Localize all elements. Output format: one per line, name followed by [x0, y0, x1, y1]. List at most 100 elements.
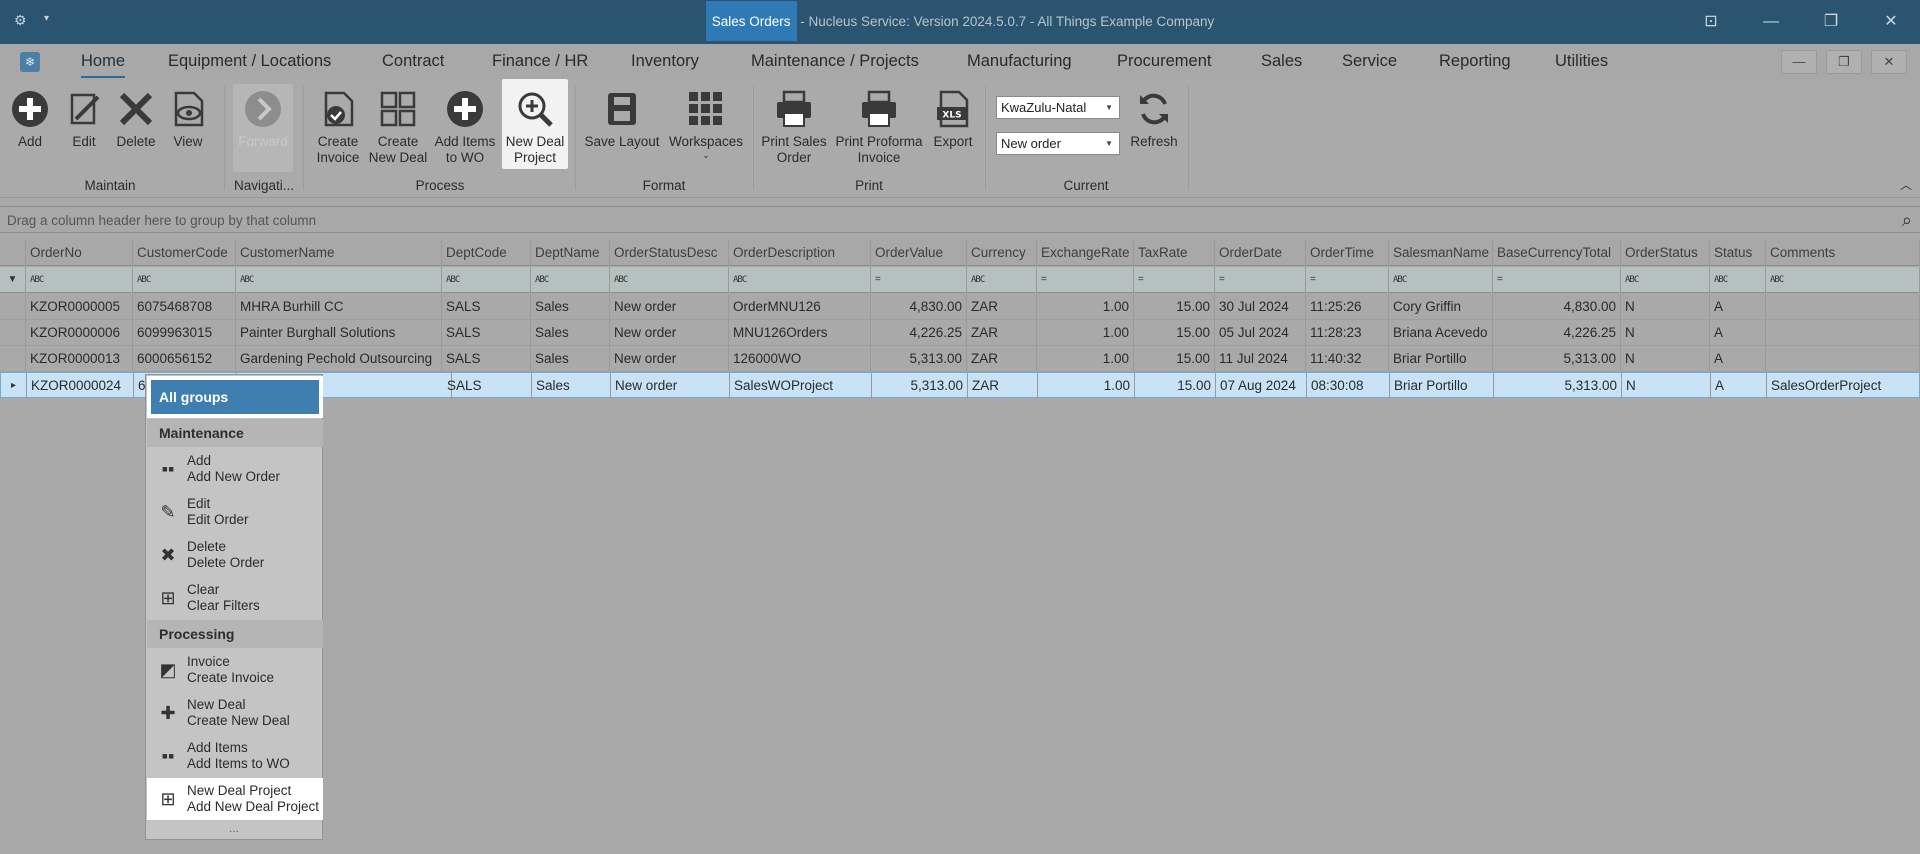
table-cell[interactable]: New order [610, 320, 729, 346]
delete-button[interactable]: Delete [112, 84, 160, 150]
tab-service[interactable]: Service [1342, 52, 1397, 71]
tab-reporting[interactable]: Reporting [1439, 52, 1511, 71]
table-cell[interactable]: 126000WO [729, 346, 871, 372]
column-header[interactable]: CustomerName [236, 240, 442, 266]
refresh-button[interactable]: Refresh [1126, 84, 1182, 150]
menu-item-clear[interactable]: ⊞ Clear Clear Filters [147, 577, 323, 619]
order-status-select[interactable]: New order ▼ [996, 132, 1120, 155]
filter-cell[interactable]: ABC [133, 267, 236, 293]
tab-manufacturing[interactable]: Manufacturing [967, 52, 1072, 71]
mdi-restore-button[interactable]: ❐ [1826, 50, 1862, 74]
table-cell[interactable]: 11:25:26 [1306, 294, 1389, 320]
menu-item-add-items[interactable]: ▪▪ Add Items Add Items to WO [147, 735, 323, 777]
tab-equipment-locations[interactable]: Equipment / Locations [168, 52, 331, 71]
table-cell[interactable]: A [1710, 294, 1766, 320]
table-cell[interactable]: Gardening Pechold Outsourcing [236, 346, 442, 372]
table-cell[interactable]: 5,313.00 [872, 373, 968, 399]
table-cell[interactable]: ZAR [967, 294, 1037, 320]
filter-cell[interactable]: = [1037, 267, 1134, 293]
tab-utilities[interactable]: Utilities [1555, 52, 1608, 71]
table-cell[interactable]: 11:28:23 [1306, 320, 1389, 346]
table-cell[interactable]: SALS [442, 320, 531, 346]
column-header[interactable]: DeptCode [442, 240, 531, 266]
table-cell[interactable]: ZAR [967, 346, 1037, 372]
tab-sales[interactable]: Sales [1261, 52, 1302, 71]
filter-cell[interactable]: = [1493, 267, 1621, 293]
menu-item-new-deal-project[interactable]: ⊞ New Deal Project Add New Deal Project [147, 778, 323, 820]
table-cell[interactable]: New order [610, 346, 729, 372]
filter-cell[interactable]: ABC [1621, 267, 1710, 293]
edit-button[interactable]: Edit [60, 84, 108, 150]
table-cell[interactable]: Sales [531, 346, 610, 372]
filter-cell[interactable]: ABC [236, 267, 442, 293]
column-header[interactable]: OrderValue [871, 240, 967, 266]
tab-procurement[interactable]: Procurement [1117, 52, 1211, 71]
table-cell[interactable]: A [1710, 346, 1766, 372]
column-header[interactable]: OrderDescription [729, 240, 871, 266]
column-header[interactable]: Status [1710, 240, 1766, 266]
table-cell[interactable]: 5,313.00 [1494, 373, 1622, 399]
table-cell[interactable]: A [1710, 320, 1766, 346]
menu-item-add[interactable]: ▪▪ Add Add New Order [147, 448, 323, 490]
app-menu-icon[interactable]: ❄ [20, 52, 40, 72]
filter-cell[interactable]: ABC [1389, 267, 1493, 293]
forward-button[interactable]: Forward [233, 84, 293, 172]
table-cell[interactable]: Cory Griffin [1389, 294, 1493, 320]
filter-cell[interactable]: ABC [26, 267, 133, 293]
column-header[interactable]: Comments [1766, 240, 1920, 266]
collapse-ribbon-icon[interactable]: ︿ [1900, 176, 1912, 193]
tab-finance-hr[interactable]: Finance / HR [492, 52, 588, 71]
table-row[interactable]: KZOR0000005 6075468708 MHRA Burhill CC SALS… [0, 294, 1920, 320]
create-new-deal-button[interactable]: Create New Deal [368, 84, 428, 166]
mdi-close-button[interactable]: ✕ [1871, 50, 1907, 74]
mdi-minimize-button[interactable]: — [1781, 50, 1817, 74]
save-layout-button[interactable]: Save Layout [582, 84, 662, 150]
column-header[interactable]: Currency [967, 240, 1037, 266]
column-header[interactable]: SalesmanName [1389, 240, 1493, 266]
tab-home[interactable]: Home [81, 52, 126, 78]
row-indicator[interactable] [0, 346, 26, 372]
row-indicator[interactable] [0, 320, 26, 346]
table-cell[interactable]: N [1622, 373, 1711, 399]
group-by-panel[interactable]: Drag a column header here to group by th… [0, 206, 1920, 233]
table-cell[interactable]: 15.00 [1134, 320, 1215, 346]
print-proforma-invoice-button[interactable]: Print Proforma Invoice [834, 84, 924, 166]
table-cell[interactable]: KZOR0000006 [26, 320, 133, 346]
table-cell[interactable]: N [1621, 294, 1710, 320]
table-cell[interactable]: 6075468708 [133, 294, 236, 320]
table-cell[interactable]: 1.00 [1037, 346, 1134, 372]
table-cell[interactable] [1766, 294, 1920, 320]
table-cell[interactable]: 4,830.00 [1493, 294, 1621, 320]
table-cell[interactable]: 05 Jul 2024 [1215, 320, 1306, 346]
column-header[interactable]: OrderTime [1306, 240, 1389, 266]
table-cell[interactable]: OrderMNU126 [729, 294, 871, 320]
filter-cell[interactable]: ABC [729, 267, 871, 293]
table-cell[interactable]: New order [611, 373, 730, 399]
table-cell[interactable]: SalesOrderProject [1767, 373, 1920, 399]
table-cell[interactable]: ZAR [967, 320, 1037, 346]
table-cell[interactable]: Sales [532, 373, 611, 399]
table-cell[interactable]: 11 Jul 2024 [1215, 346, 1306, 372]
filter-cell[interactable]: = [1134, 267, 1215, 293]
column-header[interactable]: CustomerCode [133, 240, 236, 266]
table-cell[interactable] [1766, 346, 1920, 372]
table-cell[interactable]: KZOR0000013 [26, 346, 133, 372]
table-cell[interactable]: 15.00 [1134, 294, 1215, 320]
export-button[interactable]: XLS Export [928, 84, 978, 150]
view-button[interactable]: View [164, 84, 212, 150]
column-header[interactable]: OrderNo [26, 240, 133, 266]
workspaces-button[interactable]: Workspaces ⌄ [666, 84, 746, 160]
table-cell[interactable]: SALS [443, 373, 532, 399]
tab-contract[interactable]: Contract [382, 52, 444, 71]
current-row-arrow-icon[interactable]: ▸ [1, 373, 27, 399]
table-row[interactable]: KZOR0000013 6000656152 Gardening Pechold O… [0, 346, 1920, 372]
table-cell[interactable]: A [1711, 373, 1767, 399]
more-items-indicator[interactable]: ... [146, 821, 322, 835]
filter-cell[interactable]: = [1215, 267, 1306, 293]
menu-item-new-deal[interactable]: ✚ New Deal Create New Deal [147, 692, 323, 734]
table-cell[interactable]: 5,313.00 [871, 346, 967, 372]
table-cell[interactable]: 4,226.25 [871, 320, 967, 346]
tab-inventory[interactable]: Inventory [631, 52, 699, 71]
table-cell[interactable]: 1.00 [1038, 373, 1135, 399]
table-cell[interactable]: 6000656152 [133, 346, 236, 372]
